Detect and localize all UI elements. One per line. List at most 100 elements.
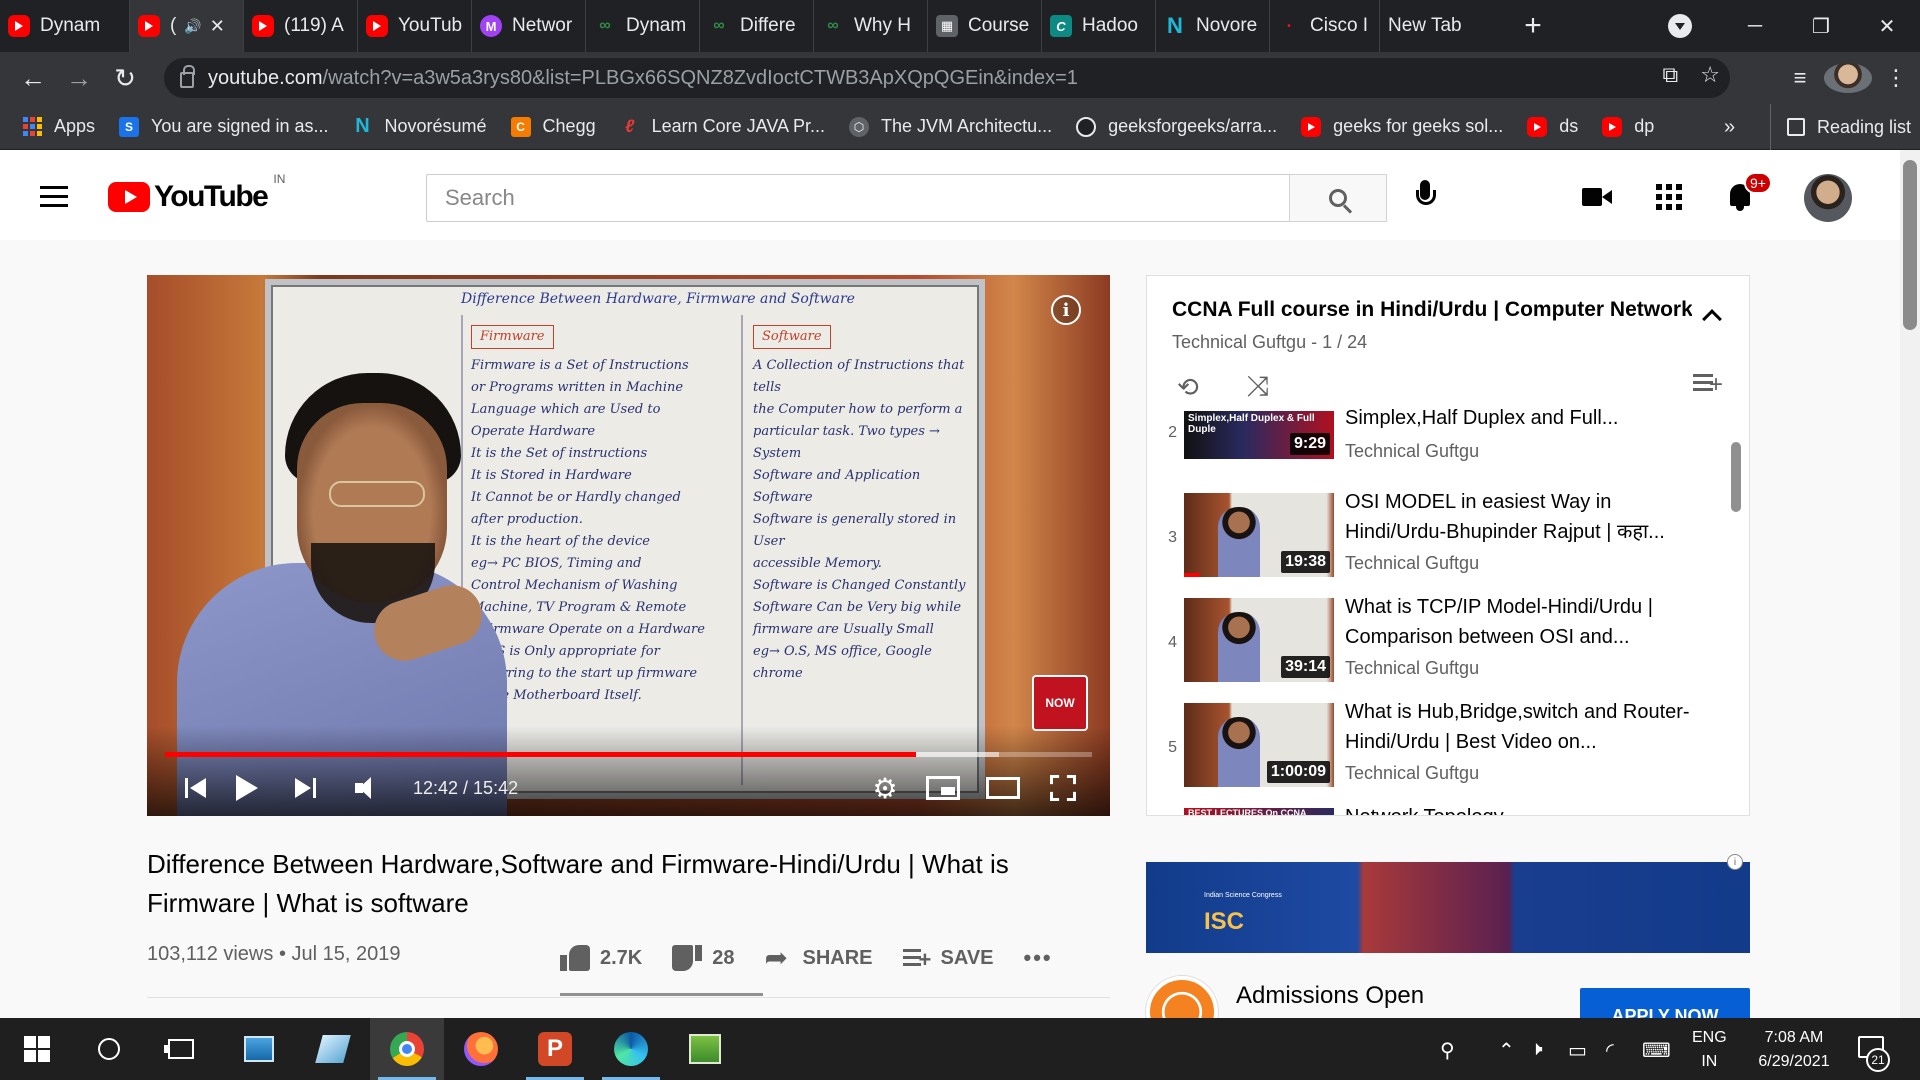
video-thumbnail[interactable]: 39:14 — [1184, 598, 1334, 682]
dislike-button[interactable]: 28 — [672, 945, 734, 971]
reload-icon[interactable]: ↻ — [102, 55, 148, 101]
playlist-video-title[interactable]: OSI MODEL in easiest Way in Hindi/Urdu-B… — [1345, 487, 1705, 547]
account-avatar[interactable] — [1804, 174, 1852, 222]
video-thumbnail[interactable]: 19:38 — [1184, 493, 1334, 577]
taskbar-clock[interactable]: 7:08 AM 6/29/2021 — [1744, 1026, 1844, 1074]
play-icon[interactable] — [227, 765, 267, 811]
tab-item[interactable]: M Networ — [472, 0, 586, 52]
taskbar-app[interactable] — [444, 1018, 518, 1080]
save-button[interactable]: SAVE — [902, 947, 994, 971]
open-in-app-icon[interactable]: ⧉ — [1663, 62, 1679, 88]
ad-info-icon[interactable]: i — [1727, 854, 1743, 870]
taskbar-app[interactable] — [594, 1018, 668, 1080]
voice-search-icon[interactable] — [1412, 180, 1438, 216]
bookmark-star-icon[interactable]: ☆ — [1700, 62, 1720, 88]
bookmark-item[interactable]: geeks for geeks sol... — [1301, 116, 1503, 137]
playlist-item[interactable]: 4 39:14 What is TCP/IP Model-Hindi/Urdu … — [1147, 592, 1749, 697]
next-video-icon[interactable] — [285, 765, 325, 811]
playlist-item[interactable]: BEST LECTURES On CCNA Network Topology- — [1147, 802, 1749, 815]
loop-playlist-icon[interactable]: ⟲ — [1177, 372, 1199, 403]
close-window-icon[interactable]: ✕ — [1854, 0, 1920, 52]
ad-headline[interactable]: Admissions Open — [1236, 982, 1424, 1010]
subscribe-watermark[interactable]: NOW — [1032, 675, 1088, 731]
playlist-video-title[interactable]: What is TCP/IP Model-Hindi/Urdu | Compar… — [1345, 592, 1705, 652]
bookmark-item[interactable]: Apps — [22, 116, 95, 137]
tab-item[interactable]: N Novore — [1156, 0, 1270, 52]
tab-item[interactable]: Dynam — [0, 0, 130, 52]
settings-gear-icon[interactable]: ⚙ — [865, 765, 905, 811]
share-button[interactable]: SHARE — [765, 941, 873, 974]
video-thumbnail[interactable]: BEST LECTURES On CCNA — [1184, 808, 1334, 815]
playlist-video-title[interactable]: Network Topology- — [1345, 802, 1705, 815]
minimize-icon[interactable]: ─ — [1722, 0, 1788, 52]
lock-icon[interactable] — [180, 65, 195, 88]
bookmark-item[interactable]: geeksforgeeks/arra... — [1076, 116, 1277, 137]
address-bar[interactable]: youtube.com/watch?v=a3w5a3rys80&list=PLB… — [164, 58, 1730, 98]
playlist-item[interactable]: 5 1:00:09 What is Hub,Bridge,switch and … — [1147, 697, 1749, 802]
tab-item[interactable]: (119) A — [244, 0, 358, 52]
guide-menu-icon[interactable] — [40, 186, 68, 213]
audio-playing-icon[interactable]: 🔊 — [184, 18, 201, 35]
close-tab-icon[interactable]: ✕ — [210, 16, 225, 37]
video-thumbnail[interactable]: 1:00:09 — [1184, 703, 1334, 787]
bookmark-item[interactable]: S You are signed in as... — [119, 116, 329, 137]
video-info-icon[interactable]: i — [1051, 295, 1081, 325]
taskbar-app[interactable] — [296, 1018, 370, 1080]
bookmark-item[interactable]: N Novorésumé — [353, 115, 486, 137]
browser-menu-icon[interactable]: ⋮ — [1872, 65, 1920, 91]
bookmark-item[interactable]: C Chegg — [510, 116, 596, 137]
playlist-video-title[interactable]: Simplex,Half Duplex and Full... — [1345, 403, 1705, 433]
tab-item[interactable]: ∞ Dynam — [586, 0, 700, 52]
input-language[interactable]: ENG IN — [1692, 1026, 1727, 1074]
tab-item-active[interactable]: (🔊 ✕ — [130, 0, 244, 52]
tab-item[interactable]: C Hadoo — [1042, 0, 1156, 52]
tab-search-icon[interactable] — [1668, 14, 1692, 38]
playlist-video-title[interactable]: What is Hub,Bridge,switch and Router-Hin… — [1345, 697, 1705, 757]
taskbar-app-chrome[interactable] — [370, 1018, 444, 1080]
taskbar-app[interactable] — [222, 1018, 296, 1080]
video-thumbnail[interactable]: Simplex,Half Duplex & Full Duple 9:29 — [1184, 411, 1334, 459]
playlist-item[interactable]: 3 19:38 OSI MODEL in easiest Way in Hind… — [1147, 487, 1749, 592]
reading-list-button[interactable]: Reading list — [1770, 104, 1911, 150]
forward-arrow-icon[interactable]: → — [56, 55, 102, 101]
video-player[interactable]: Difference Between Hardware, Firmware an… — [147, 275, 1110, 816]
taskbar-app[interactable]: P — [518, 1018, 592, 1080]
taskbar-app[interactable] — [668, 1018, 742, 1080]
collapse-playlist-icon[interactable] — [1702, 309, 1722, 329]
bookmark-item[interactable]: dp — [1602, 116, 1654, 137]
theater-mode-icon[interactable] — [983, 765, 1023, 811]
keyboard-icon[interactable]: ⌨ — [1642, 1038, 1671, 1063]
battery-icon[interactable]: ▭ — [1568, 1038, 1587, 1063]
back-arrow-icon[interactable]: ← — [10, 55, 56, 101]
start-button[interactable] — [0, 1018, 74, 1080]
previous-video-icon[interactable] — [175, 765, 215, 811]
miniplayer-icon[interactable] — [923, 765, 963, 811]
show-hidden-icons-chevron[interactable]: ⌃ — [1498, 1038, 1515, 1063]
tab-item[interactable]: YouTub — [358, 0, 472, 52]
tab-item[interactable]: ∞ Why H — [814, 0, 928, 52]
playlist-channel[interactable]: Technical Guftgu — [1172, 332, 1306, 352]
fullscreen-icon[interactable] — [1043, 765, 1083, 811]
tab-item[interactable]: ▦ Course — [928, 0, 1042, 52]
tab-item[interactable]: • Cisco I — [1270, 0, 1380, 52]
new-tab-button[interactable]: + — [1510, 0, 1556, 52]
create-video-icon[interactable] — [1582, 182, 1612, 212]
tab-item[interactable]: New Tab — [1380, 0, 1510, 52]
tab-item[interactable]: ∞ Differe — [700, 0, 814, 52]
ad-banner[interactable]: Indian Science Congress ISC — [1146, 862, 1750, 953]
search-button[interactable] — [1289, 174, 1387, 222]
more-actions-icon[interactable]: ••• — [1024, 945, 1053, 971]
playlist-item[interactable]: 2 Simplex,Half Duplex & Full Duple 9:29 … — [1147, 407, 1749, 485]
playlist-title[interactable]: CCNA Full course in Hindi/Urdu | Compute… — [1172, 298, 1692, 322]
task-view-button[interactable] — [144, 1018, 218, 1080]
bookmark-item[interactable]: ds — [1527, 116, 1578, 137]
bookmark-item[interactable]: ⬡ The JVM Architectu... — [849, 116, 1052, 137]
youtube-logo[interactable]: YouTube IN — [108, 172, 285, 214]
people-icon[interactable]: ⚲ — [1440, 1038, 1455, 1063]
volume-tray-icon[interactable]: 🕨 — [1530, 1038, 1543, 1061]
playlist-scrollbar[interactable] — [1731, 442, 1741, 512]
restore-icon[interactable]: ❐ — [1788, 0, 1854, 52]
profile-avatar[interactable] — [1824, 63, 1872, 93]
taskbar-search-icon[interactable] — [72, 1018, 146, 1080]
save-playlist-icon[interactable] — [1693, 372, 1723, 396]
